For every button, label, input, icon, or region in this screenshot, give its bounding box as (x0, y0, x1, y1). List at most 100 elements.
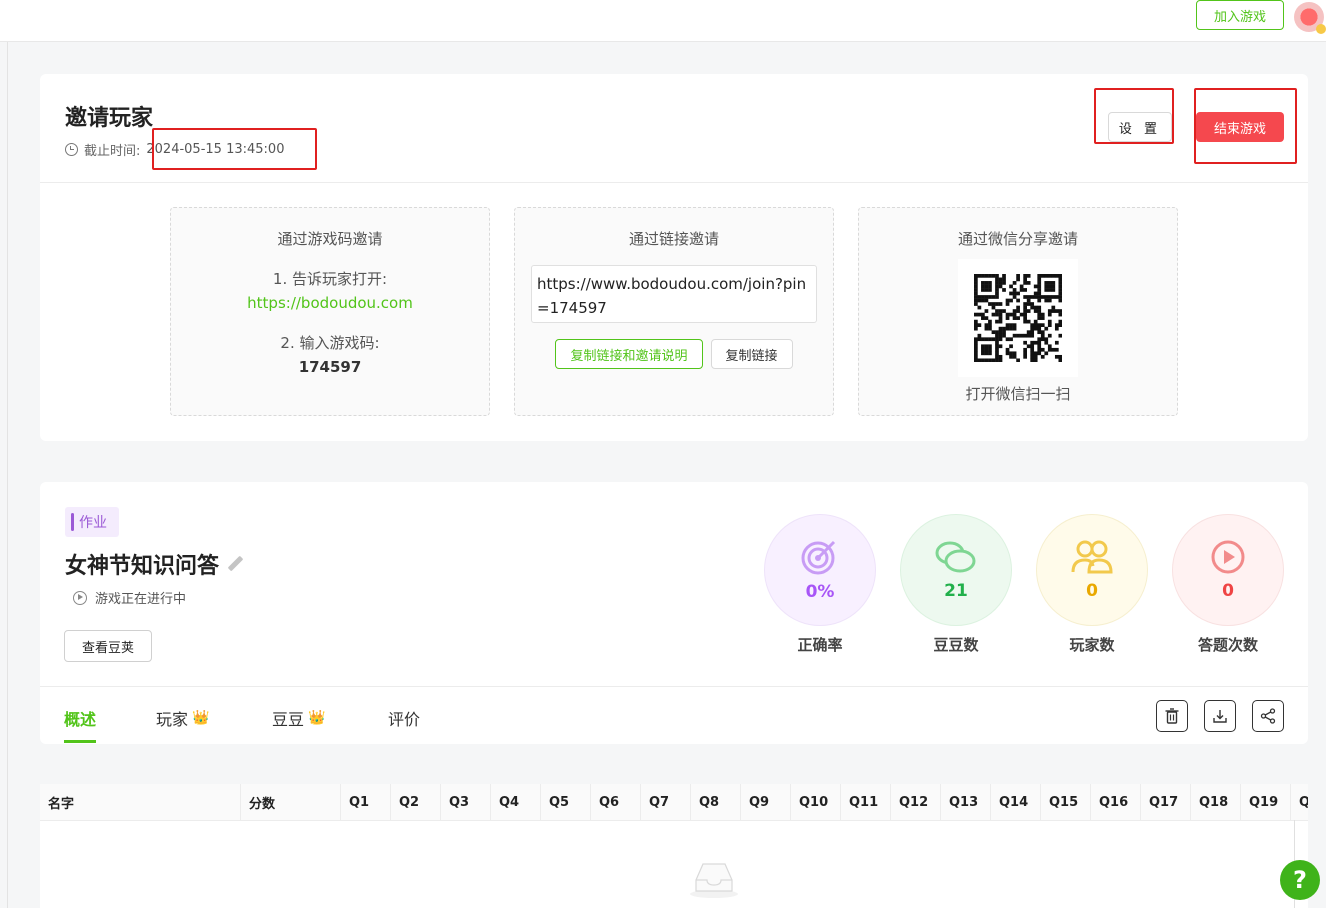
step-1-text: 1. 告诉玩家打开: (272, 270, 388, 288)
left-border (7, 42, 8, 908)
step-2-text: 2. 输入游戏码: (280, 334, 380, 352)
join-game-button[interactable]: 加入游戏 (1196, 0, 1284, 30)
column-header: Q1 (340, 784, 390, 821)
column-header: Q13 (940, 784, 990, 821)
stat-circle: 0% (764, 514, 876, 626)
divider (40, 182, 1308, 183)
stat-circle: 21 (900, 514, 1012, 626)
game-title-text: 女神节知识问答 (65, 554, 220, 579)
stat-attempts: 0 答题次数 (1172, 514, 1284, 655)
column-header: Q5 (540, 784, 590, 821)
column-header: Q15 (1040, 784, 1090, 821)
empty-inbox-icon (690, 863, 738, 898)
bean-icon (935, 541, 976, 573)
invite-link-field[interactable]: https://www.bodoudou.com/join?pin=174597 (531, 265, 817, 323)
tab-overview[interactable]: 概述 (64, 706, 96, 730)
trash-icon (1165, 708, 1179, 724)
stat-label: 玩家数 (1069, 636, 1115, 654)
column-header: Q3 (440, 784, 490, 821)
column-header: 名字 (48, 797, 75, 812)
badge-dot-icon (1316, 24, 1326, 34)
highlight-box-settings (1094, 88, 1174, 144)
column-header: 分数 (240, 784, 340, 821)
column-header: Q17 (1140, 784, 1190, 821)
column-header: Q (1290, 784, 1308, 821)
invite-by-link-panel: 通过链接邀请 https://www.bodoudou.com/join?pin… (514, 207, 834, 416)
column-header: Q18 (1190, 784, 1240, 821)
game-title: 女神节知识问答 (65, 548, 243, 580)
column-header: Q14 (990, 784, 1040, 821)
site-link[interactable]: https://bodoudou.com (171, 291, 489, 315)
column-header: Q10 (790, 784, 840, 821)
edit-pencil-icon[interactable] (227, 556, 243, 572)
column-header: Q7 (640, 784, 690, 821)
panel-title: 通过微信分享邀请 (957, 230, 1078, 248)
invite-title: 邀请玩家 (65, 106, 154, 131)
tab-label: 玩家 (156, 710, 189, 729)
tab-reviews[interactable]: 评价 (388, 706, 420, 730)
stat-beans: 21 豆豆数 (900, 514, 1012, 655)
results-table: 名字 分数 Q1 Q2 Q3 Q4 Q5 Q6 Q7 Q8 Q9 Q10 Q11 Q12 Q13 Q14 Q15… (40, 784, 1308, 908)
help-button[interactable]: ? (1280, 860, 1320, 900)
qr-code-icon (958, 259, 1078, 377)
play-circle-icon (73, 590, 87, 605)
crown-icon: 👑 (192, 710, 210, 726)
download-button[interactable] (1204, 700, 1236, 732)
game-card: 作业 女神节知识问答 游戏正在进行中 查看豆荚 0% 正确率 21 豆豆数 0 … (40, 482, 1308, 744)
avatar[interactable] (1294, 2, 1326, 34)
share-button[interactable] (1252, 700, 1284, 732)
game-status-text: 游戏正在进行中 (95, 592, 187, 607)
stat-value: 0 (1222, 581, 1234, 601)
share-icon (1260, 708, 1276, 724)
stat-value: 21 (944, 581, 968, 601)
stat-players: 0 玩家数 (1036, 514, 1148, 655)
game-pin: 174597 (298, 358, 362, 376)
delete-button[interactable] (1156, 700, 1188, 732)
stat-label: 豆豆数 (933, 636, 979, 654)
panel-title: 通过游戏码邀请 (277, 230, 383, 248)
column-header: Q16 (1090, 784, 1140, 821)
copy-link-button[interactable]: 复制链接 (710, 339, 793, 369)
column-header: Q2 (390, 784, 440, 821)
stat-circle: 0 (1036, 514, 1148, 626)
view-pods-button[interactable]: 查看豆荚 (64, 630, 152, 662)
stat-label: 正确率 (797, 636, 843, 654)
tab-beans[interactable]: 豆豆 👑 (272, 706, 325, 730)
users-icon (1071, 540, 1113, 574)
stat-value: 0% (805, 582, 835, 602)
download-icon (1213, 710, 1227, 723)
tabs-separator (40, 686, 1308, 687)
clock-icon (65, 143, 78, 156)
column-header: Q4 (490, 784, 540, 821)
highlight-box-deadline (152, 128, 317, 170)
column-header: Q8 (690, 784, 740, 821)
stat-circle: 0 (1172, 514, 1284, 626)
tab-label: 评价 (388, 710, 421, 729)
column-header: Q19 (1240, 784, 1290, 821)
invite-card: 邀请玩家 截止时间: 2024-05-15 13:45:00 设 置 结束游戏 … (40, 74, 1308, 441)
column-header: Q11 (840, 784, 890, 821)
tab-active-indicator (64, 740, 96, 743)
copy-link-and-desc-button[interactable]: 复制链接和邀请说明 (555, 339, 703, 369)
column-header: Q9 (740, 784, 790, 821)
qr-caption: 打开微信扫一扫 (965, 385, 1071, 403)
game-status: 游戏正在进行中 (73, 588, 186, 607)
column-header: Q12 (890, 784, 940, 821)
stat-value: 0 (1086, 581, 1098, 601)
highlight-box-end (1194, 88, 1297, 164)
target-icon (801, 540, 836, 575)
column-header: Q6 (590, 784, 640, 821)
play-icon (1211, 540, 1245, 574)
tab-label: 豆豆 (272, 710, 305, 729)
stat-accuracy: 0% 正确率 (764, 514, 876, 655)
category-tag: 作业 (65, 507, 119, 537)
top-header: 加入游戏 (0, 0, 1326, 42)
deadline-label: 截止时间: (84, 144, 141, 159)
tab-players[interactable]: 玩家 👑 (156, 706, 209, 730)
crown-icon: 👑 (308, 710, 326, 726)
table-header: 名字 分数 Q1 Q2 Q3 Q4 Q5 Q6 Q7 Q8 Q9 Q10 Q11 Q12 Q13 Q14 Q15… (40, 784, 1308, 821)
invite-by-code-panel: 通过游戏码邀请 1. 告诉玩家打开: https://bodoudou.com … (170, 207, 490, 416)
stat-label: 答题次数 (1197, 636, 1258, 654)
panel-title: 通过链接邀请 (628, 230, 719, 248)
tab-label: 概述 (64, 710, 97, 729)
